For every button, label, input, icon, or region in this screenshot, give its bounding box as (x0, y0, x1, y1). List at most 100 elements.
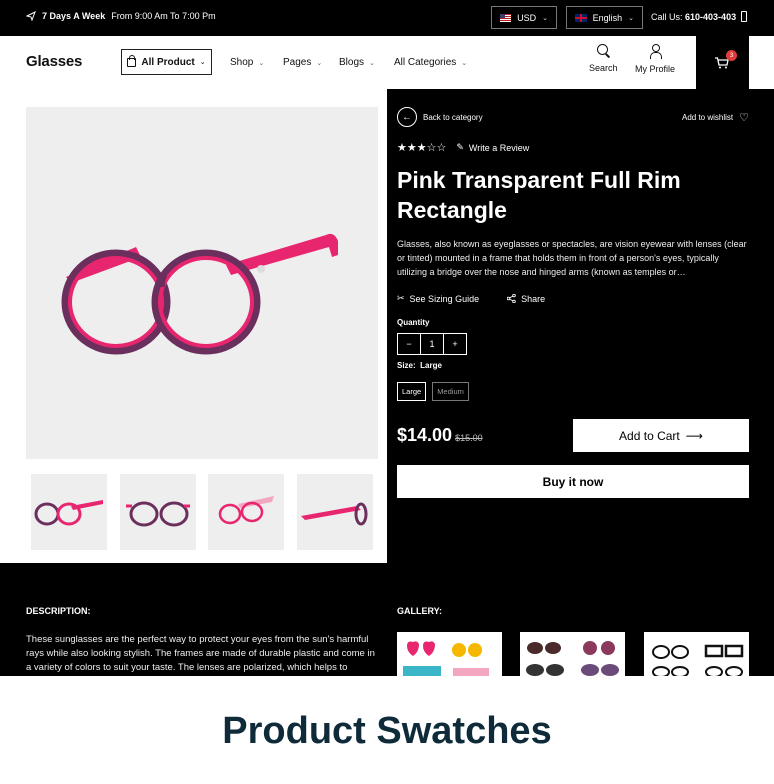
back-to-category-link[interactable]: ← Back to category (397, 107, 483, 127)
search-label: Search (589, 63, 618, 73)
search-icon (596, 44, 610, 57)
thumbnail-2[interactable] (120, 474, 196, 550)
quantity-decrease-button[interactable]: − (398, 334, 420, 354)
quantity-increase-button[interactable]: + (443, 334, 466, 354)
chevron-down-icon: ⌄ (542, 14, 548, 22)
language-value: English (592, 12, 623, 23)
search-button[interactable]: Search (589, 44, 618, 73)
chevron-down-icon: ⌄ (316, 59, 323, 67)
promo-days: 7 Days A Week (42, 11, 106, 21)
star-filled-icon: ★ (406, 142, 417, 154)
glasses-thumb (126, 501, 190, 527)
language-selector[interactable]: English ⌄ (566, 6, 643, 29)
compare-price: $15.00 (455, 433, 483, 443)
nav-blogs-label: Blogs (339, 57, 365, 68)
wishlist-label: Add to wishlist (681, 113, 734, 122)
product-gallery (0, 89, 387, 563)
us-flag-icon (500, 13, 512, 22)
share-label: Share (521, 293, 546, 304)
gallery-heading: GALLERY: (397, 606, 442, 616)
add-to-cart-button[interactable]: Add to Cart ⟶ (573, 419, 749, 452)
nav-shop-label: Shop (230, 57, 254, 68)
size-option-large[interactable]: Large (397, 382, 427, 401)
currency-value: USD (517, 12, 537, 23)
heart-icon: ♡ (739, 112, 749, 124)
product-main-image[interactable] (26, 107, 378, 459)
add-to-cart-label: Add to Cart (619, 428, 680, 443)
bag-icon (127, 54, 137, 67)
sizing-guide-label: See Sizing Guide (409, 293, 480, 304)
nav-pages-label: Pages (283, 57, 312, 68)
call-number: 610-403-403 (685, 12, 737, 22)
sunglasses-image (403, 641, 489, 676)
thumbnail-1[interactable] (31, 474, 107, 550)
glasses-image (61, 233, 338, 355)
size-selected-value: Large (420, 361, 442, 370)
star-filled-icon: ★ (416, 142, 427, 154)
description-heading: DESCRIPTION: (26, 606, 91, 616)
currency-selector[interactable]: USD ⌄ (491, 6, 557, 29)
main-header: Glasses All Product ⌄ Shop ⌄ Pages ⌄ Blo… (0, 36, 774, 89)
add-to-wishlist-link[interactable]: Add to wishlist ♡ (682, 111, 749, 124)
back-label: Back to category (423, 112, 483, 122)
call-label: Call Us: (651, 12, 683, 22)
chevron-down-icon: ⌄ (461, 59, 468, 67)
size-label: Size: Large (397, 361, 442, 370)
gallery-image-2[interactable] (520, 632, 625, 676)
size-option-medium[interactable]: Medium (432, 382, 469, 401)
nav-shop[interactable]: Shop ⌄ (230, 57, 264, 68)
promo-hours: From 9:00 Am To 7:00 Pm (111, 11, 216, 21)
write-review-link[interactable]: ✎ Write a Review (456, 142, 529, 153)
call-us[interactable]: Call Us: 610-403-403 (651, 12, 736, 22)
gallery-image-1[interactable] (397, 632, 502, 676)
arrow-right-icon: ⟶ (685, 428, 703, 443)
site-logo[interactable]: Glasses (26, 53, 82, 70)
uk-flag-icon (575, 13, 587, 22)
size-options: Large Medium (397, 382, 469, 401)
cart-button[interactable]: 3 (696, 36, 749, 89)
nav-pages[interactable]: Pages ⌄ (283, 57, 322, 68)
gallery-image-3[interactable] (644, 632, 749, 676)
sizing-guide-link[interactable]: ✂ See Sizing Guide (397, 293, 479, 304)
product-title: Pink Transparent Full Rim Rectangle (397, 167, 681, 223)
banner-title: Product Swatches (222, 710, 552, 752)
all-product-button[interactable]: All Product ⌄ (121, 49, 212, 75)
product-links: ✂ See Sizing Guide Share (397, 293, 545, 304)
size-label-text: Size: (397, 361, 416, 370)
sunglasses-image (526, 641, 619, 676)
star-filled-icon: ★ (397, 142, 407, 154)
current-price: $14.00 (397, 425, 453, 445)
user-icon (649, 44, 662, 59)
cart-count-badge: 3 (726, 50, 737, 61)
phone-icon (741, 11, 747, 22)
glasses-thumb (218, 496, 274, 525)
nav-all-categories-label: All Categories (394, 57, 457, 68)
top-bar: 7 Days A Week From 9:00 Am To 7:00 Pm US… (0, 0, 774, 36)
chevron-down-icon: ⌄ (199, 59, 206, 66)
promo-text: 7 Days A Week From 9:00 Am To 7:00 Pm (26, 11, 216, 21)
pencil-icon: ✎ (456, 142, 464, 152)
nav-all-categories[interactable]: All Categories ⌄ (394, 57, 467, 68)
nav-blogs[interactable]: Blogs ⌄ (339, 57, 375, 68)
chevron-down-icon: ⌄ (258, 59, 265, 67)
thumbnail-3[interactable] (208, 474, 284, 550)
write-review-label: Write a Review (468, 142, 530, 153)
buy-now-button[interactable]: Buy it now (397, 465, 749, 498)
star-rating: ★★★☆☆ (397, 141, 446, 154)
description-text: These sunglasses are the perfect way to … (26, 634, 375, 673)
profile-button[interactable]: My Profile (635, 44, 675, 74)
thumbnail-4[interactable] (297, 474, 373, 550)
quantity-stepper: − 1 + (397, 333, 467, 355)
share-link[interactable]: Share (507, 293, 545, 304)
share-icon (507, 294, 516, 303)
eyeglasses-image (652, 644, 744, 676)
rating-row: ★★★☆☆ ✎ Write a Review (397, 141, 529, 154)
feature-banner: Product Swatches (0, 676, 774, 784)
all-product-label: All Product (141, 56, 195, 68)
quantity-value[interactable]: 1 (420, 334, 443, 354)
glasses-thumb (34, 500, 103, 526)
scissors-icon: ✂ (397, 293, 405, 303)
arrow-left-icon: ← (397, 107, 417, 127)
chevron-down-icon: ⌄ (628, 14, 634, 22)
product-description: Glasses, also known as eyeglasses or spe… (397, 239, 747, 277)
